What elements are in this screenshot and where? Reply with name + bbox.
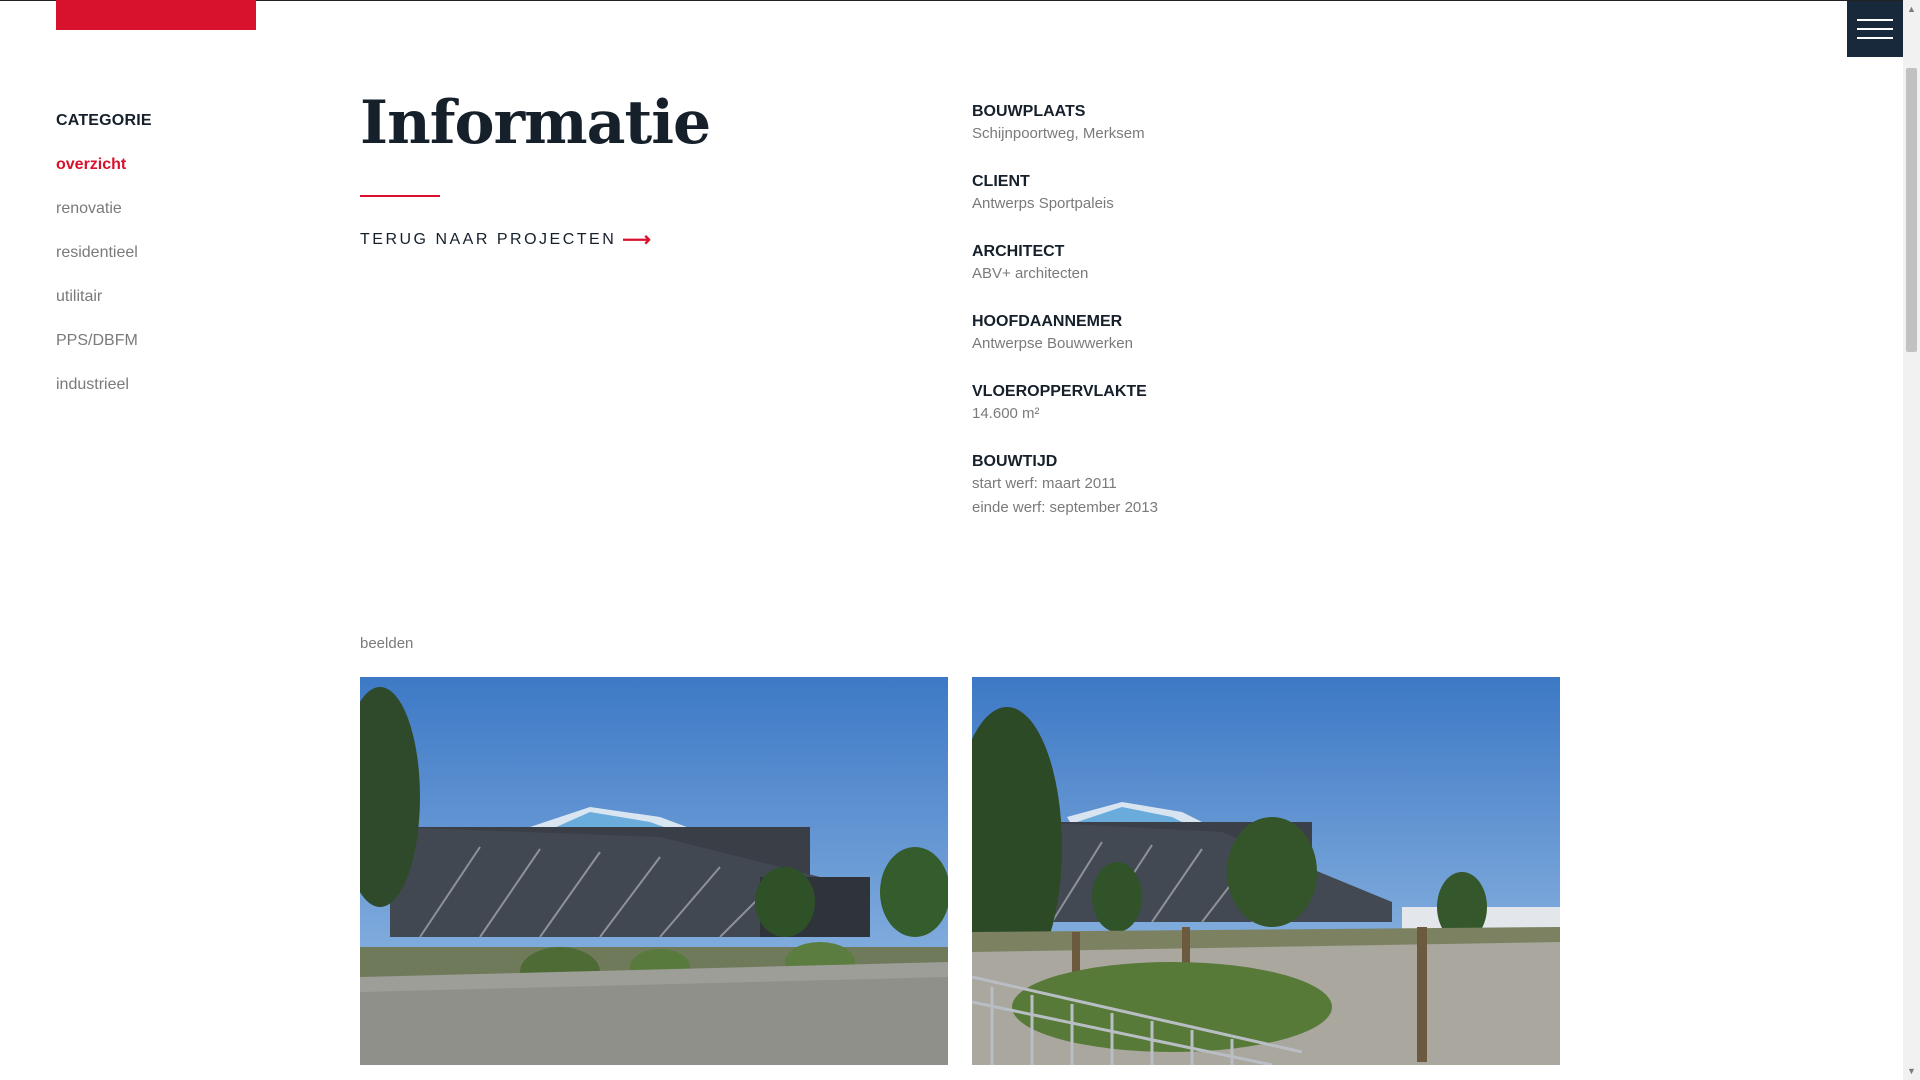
page-title: Informatie: [360, 88, 711, 158]
info-label: BOUWTIJD: [972, 453, 1058, 470]
scroll-down-icon[interactable]: ▼: [1903, 1064, 1920, 1078]
title-divider: [360, 195, 440, 197]
info-value-2: einde werf: september 2013: [972, 499, 1158, 516]
scroll-up-icon[interactable]: ▲: [1903, 2, 1920, 16]
info-label: CLIENT: [972, 173, 1030, 190]
hamburger-icon-line: [1857, 37, 1893, 39]
category-item-overzicht[interactable]: overzicht: [56, 156, 152, 200]
info-architect: ARCHITECT ABV+ architecten: [972, 242, 1158, 286]
category-item-renovatie[interactable]: renovatie: [56, 200, 152, 244]
photo-stadium-2: [972, 677, 1560, 1065]
category-item-residentieel[interactable]: residentieel: [56, 244, 152, 288]
info-value: 14.600 m²: [972, 405, 1040, 422]
info-label: ARCHITECT: [972, 243, 1065, 260]
info-label: HOOFDAANNEMER: [972, 313, 1123, 330]
top-border: [0, 0, 1920, 1]
category-sidebar: CATEGORIE overzicht renovatie residentie…: [56, 112, 152, 420]
info-value: start werf: maart 2011: [972, 475, 1117, 492]
info-vloeroppervlakte: VLOEROPPERVLAKTE 14.600 m²: [972, 382, 1158, 426]
hamburger-icon-line: [1857, 28, 1893, 30]
logo[interactable]: [56, 0, 256, 30]
category-title: CATEGORIE: [56, 112, 152, 129]
category-item-industrieel[interactable]: industrieel: [56, 376, 152, 420]
gallery-photo-1[interactable]: [360, 677, 948, 1065]
info-value: Schijnpoortweg, Merksem: [972, 125, 1145, 142]
arrow-right-icon: ⟶: [622, 229, 654, 251]
gallery-photo-2[interactable]: [972, 677, 1560, 1065]
scrollbar[interactable]: ▲ ▼: [1903, 0, 1920, 1080]
info-bouwplaats: BOUWPLAATS Schijnpoortweg, Merksem: [972, 102, 1158, 146]
scroll-thumb[interactable]: [1906, 68, 1917, 352]
category-item-utilitair[interactable]: utilitair: [56, 288, 152, 332]
info-value: Antwerps Sportpaleis: [972, 195, 1114, 212]
info-value: Antwerpse Bouwwerken: [972, 335, 1133, 352]
category-list: overzicht renovatie residentieel utilita…: [56, 156, 152, 420]
info-label: VLOEROPPERVLAKTE: [972, 383, 1147, 400]
back-link-label: TERUG NAAR PROJECTEN: [360, 231, 617, 248]
category-item-pps-dbfm[interactable]: PPS/DBFM: [56, 332, 152, 376]
info-value: ABV+ architecten: [972, 265, 1089, 282]
menu-button[interactable]: [1847, 1, 1903, 57]
photo-stadium-1: [360, 677, 948, 1065]
gallery-label: beelden: [360, 635, 414, 652]
project-info: BOUWPLAATS Schijnpoortweg, Merksem CLIEN…: [972, 102, 1158, 546]
info-bouwtijd: BOUWTIJD start werf: maart 2011 einde we…: [972, 452, 1158, 520]
back-to-projects-link[interactable]: TERUG NAAR PROJECTEN ⟶: [360, 229, 654, 251]
info-hoofdaannemer: HOOFDAANNEMER Antwerpse Bouwwerken: [972, 312, 1158, 356]
info-client: CLIENT Antwerps Sportpaleis: [972, 172, 1158, 216]
info-label: BOUWPLAATS: [972, 103, 1086, 120]
hamburger-icon: [1857, 19, 1893, 21]
